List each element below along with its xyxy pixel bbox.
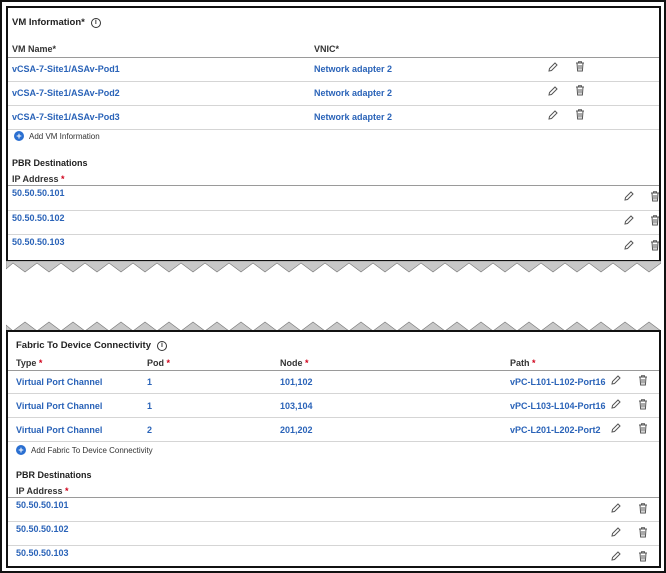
vnic-cell[interactable]: Network adapter 2 (314, 88, 392, 98)
ip-address-cell[interactable]: 50.50.50.103 (16, 548, 69, 558)
info-icon[interactable]: i (156, 340, 167, 351)
trash-icon[interactable] (574, 108, 586, 120)
node-header: Node * (280, 358, 309, 368)
add-fabric-connectivity-label: Add Fabric To Device Connectivity (31, 445, 153, 455)
vnic-cell[interactable]: Network adapter 2 (314, 64, 392, 74)
pod-header: Pod * (147, 358, 170, 368)
plus-circle-icon: + (16, 445, 26, 455)
required-marker: * (532, 358, 536, 368)
pbr-destinations-title: PBR Destinations (16, 470, 92, 480)
vnic-cell[interactable]: Network adapter 2 (314, 112, 392, 122)
path-header-text: Path (510, 358, 530, 368)
row-divider (8, 417, 659, 418)
vm-name-cell[interactable]: vCSA-7-Site1/ASAv-Pod1 (12, 64, 120, 74)
pencil-icon[interactable] (610, 550, 622, 562)
row-divider (8, 105, 659, 106)
vm-header-divider (8, 57, 659, 58)
required-marker: * (166, 358, 171, 368)
pencil-icon[interactable] (610, 374, 622, 386)
add-fabric-connectivity-button[interactable]: + Add Fabric To Device Connectivity (16, 445, 153, 455)
trash-icon[interactable] (637, 422, 649, 434)
pencil-icon[interactable] (623, 190, 635, 202)
pencil-icon[interactable] (610, 526, 622, 538)
pod-header-text: Pod (147, 358, 164, 368)
fabric-connectivity-panel: Fabric To Device Connectivity i Type * P… (6, 330, 661, 568)
fabric-connectivity-title-text: Fabric To Device Connectivity (16, 340, 151, 351)
row-divider (8, 441, 659, 442)
trash-icon[interactable] (649, 239, 661, 251)
node-header-text: Node (280, 358, 303, 368)
pencil-icon[interactable] (623, 239, 635, 251)
trash-icon[interactable] (574, 84, 586, 96)
path-cell[interactable]: vPC-L201-L202-Port2 (510, 425, 601, 435)
ip-address-cell[interactable]: 50.50.50.103 (12, 237, 65, 247)
add-vm-information-label: Add VM Information (29, 131, 100, 141)
pencil-icon[interactable] (623, 214, 635, 226)
required-marker: * (65, 486, 69, 496)
pbr-header-divider (8, 497, 659, 498)
row-divider (8, 129, 659, 130)
vnic-header: VNIC* (314, 44, 340, 54)
vm-name-header: VM Name* (12, 44, 57, 54)
trash-icon[interactable] (574, 60, 586, 72)
fabric-connectivity-title: Fabric To Device Connectivity i (16, 340, 167, 351)
torn-edge-bottom (6, 261, 661, 273)
pbr-destinations-title: PBR Destinations (12, 158, 88, 168)
row-divider (8, 234, 659, 235)
plus-circle-icon: + (14, 131, 24, 141)
pencil-icon[interactable] (547, 109, 559, 121)
vm-information-title-text: VM Information* (12, 17, 85, 28)
type-cell[interactable]: Virtual Port Channel (16, 401, 102, 411)
pencil-icon[interactable] (547, 85, 559, 97)
ip-address-header-text: IP Address (12, 174, 59, 184)
path-header: Path * (510, 358, 536, 368)
path-cell[interactable]: vPC-L101-L102-Port16 (510, 377, 606, 387)
row-divider (8, 393, 659, 394)
pbr-header-divider (8, 185, 659, 186)
path-cell[interactable]: vPC-L103-L104-Port16 (510, 401, 606, 411)
pencil-icon[interactable] (610, 422, 622, 434)
ip-address-cell[interactable]: 50.50.50.101 (12, 188, 65, 198)
pod-cell[interactable]: 2 (147, 425, 152, 435)
pencil-icon[interactable] (610, 502, 622, 514)
required-marker: * (38, 358, 43, 368)
ip-address-header: IP Address * (12, 174, 65, 184)
ip-address-header-text: IP Address (16, 486, 63, 496)
node-cell[interactable]: 101,102 (280, 377, 313, 387)
ip-address-header: IP Address * (16, 486, 69, 496)
pod-cell[interactable]: 1 (147, 377, 152, 387)
trash-icon[interactable] (649, 190, 661, 202)
fabric-header-divider (8, 370, 659, 371)
trash-icon[interactable] (637, 502, 649, 514)
trash-icon[interactable] (637, 550, 649, 562)
pod-cell[interactable]: 1 (147, 401, 152, 411)
trash-icon[interactable] (637, 374, 649, 386)
row-divider (8, 210, 659, 211)
ip-address-cell[interactable]: 50.50.50.101 (16, 500, 69, 510)
node-cell[interactable]: 103,104 (280, 401, 313, 411)
ip-address-cell[interactable]: 50.50.50.102 (16, 524, 69, 534)
type-header-text: Type (16, 358, 37, 368)
vm-name-cell[interactable]: vCSA-7-Site1/ASAv-Pod3 (12, 112, 120, 122)
type-cell[interactable]: Virtual Port Channel (16, 425, 102, 435)
info-icon[interactable]: i (90, 17, 101, 28)
required-marker: * (61, 174, 65, 184)
add-vm-information-button[interactable]: + Add VM Information (14, 131, 100, 141)
trash-icon[interactable] (637, 526, 649, 538)
row-divider (8, 545, 659, 546)
vm-information-title: VM Information* i (12, 17, 101, 28)
vm-information-panel: VM Information* i VM Name* VNIC* vCSA-7-… (6, 6, 661, 262)
row-divider (8, 81, 659, 82)
row-divider (8, 521, 659, 522)
vm-name-cell[interactable]: vCSA-7-Site1/ASAv-Pod2 (12, 88, 120, 98)
pencil-icon[interactable] (610, 398, 622, 410)
required-marker: * (305, 358, 309, 368)
type-header: Type * (16, 358, 42, 368)
ip-address-cell[interactable]: 50.50.50.102 (12, 213, 65, 223)
trash-icon[interactable] (637, 398, 649, 410)
type-cell[interactable]: Virtual Port Channel (16, 377, 102, 387)
node-cell[interactable]: 201,202 (280, 425, 313, 435)
trash-icon[interactable] (649, 214, 661, 226)
pencil-icon[interactable] (547, 61, 559, 73)
